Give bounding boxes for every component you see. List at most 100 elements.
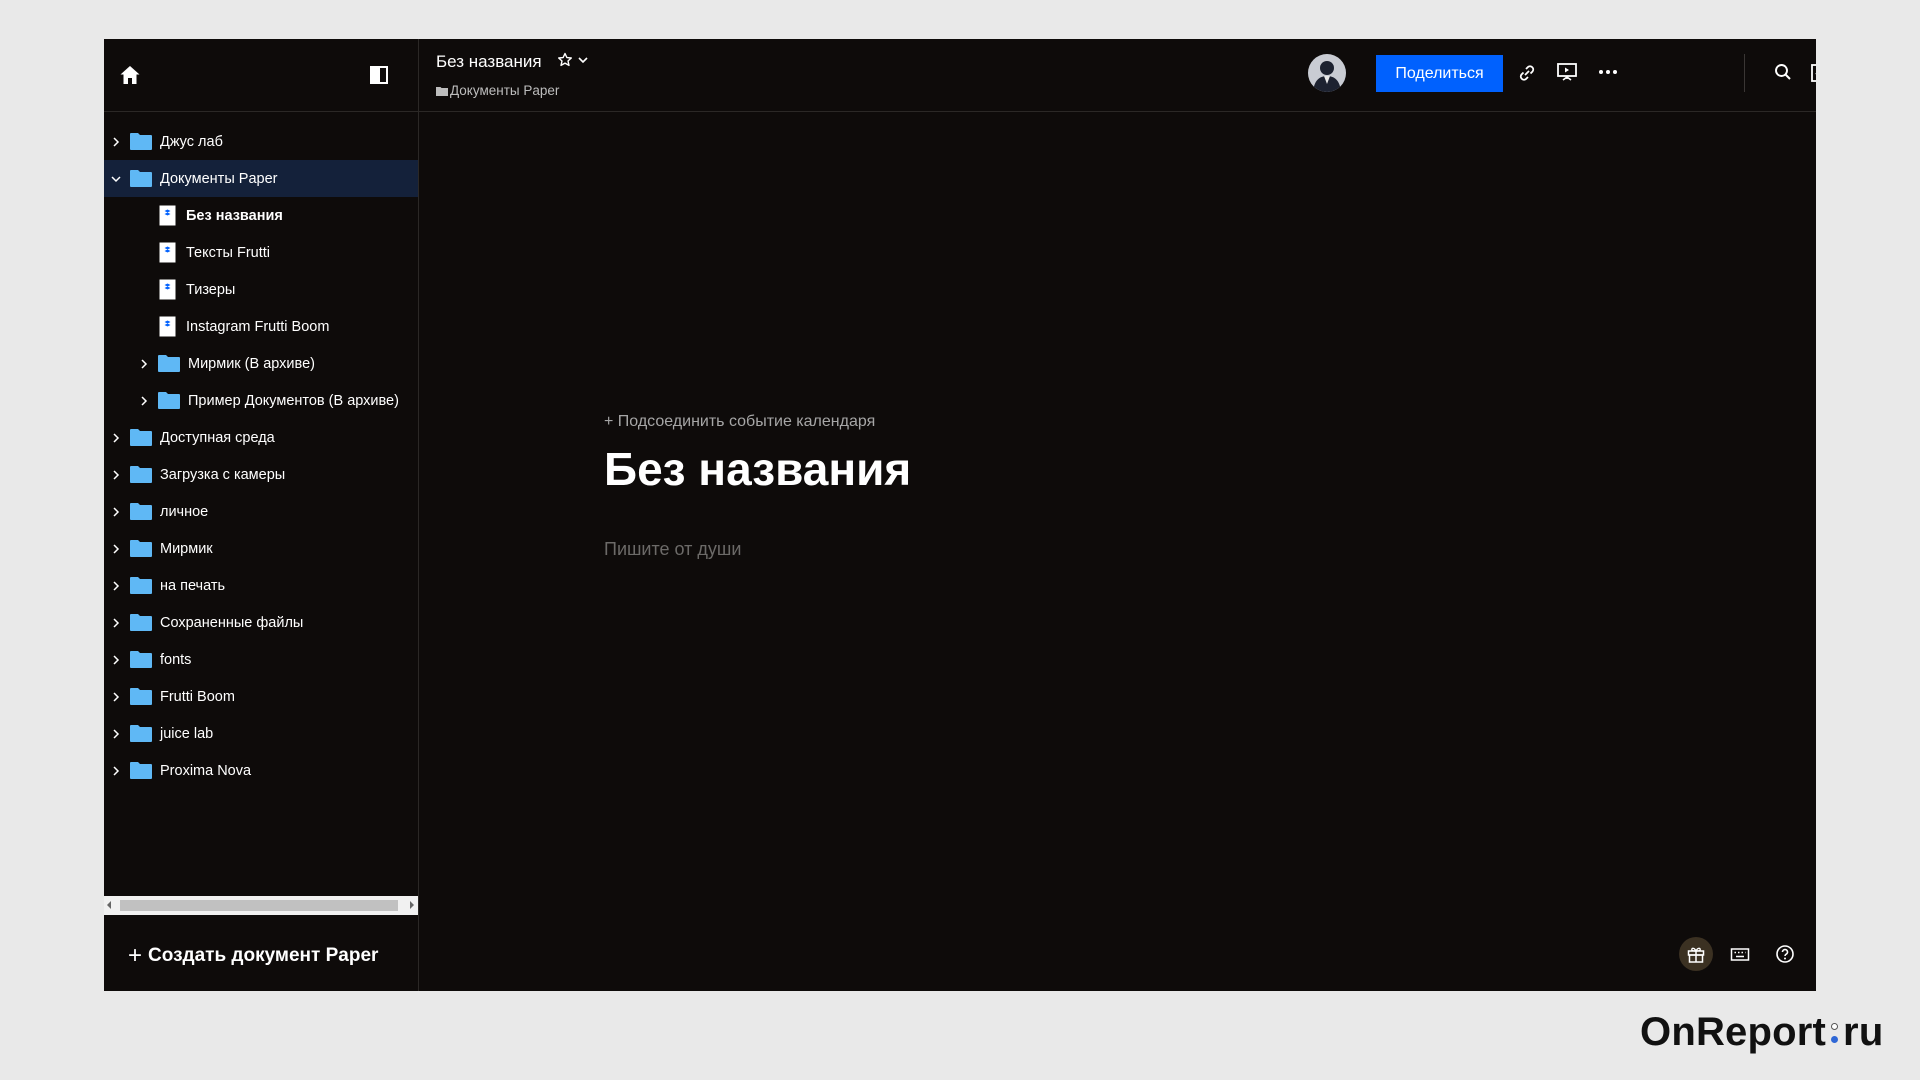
sidebar-item-label: fonts	[160, 651, 192, 668]
chevron-right-icon[interactable]	[106, 539, 126, 559]
folder-icon	[130, 688, 152, 705]
folder-tree: Джус лаб Документы Paper Без названия Текст…	[104, 123, 418, 789]
scroll-left-arrow-icon[interactable]	[107, 901, 111, 909]
sidebar-item-label: Тизеры	[186, 281, 236, 298]
breadcrumb[interactable]: Документы Paper	[436, 83, 559, 98]
folder-icon	[130, 725, 152, 742]
folder-icon	[158, 392, 180, 409]
present-icon[interactable]	[1555, 60, 1579, 84]
chevron-right-icon[interactable]	[106, 761, 126, 781]
sidebar-item-label: на печать	[160, 577, 226, 594]
sidebar-scrollbar[interactable]	[104, 896, 418, 915]
chevron-right-icon[interactable]	[106, 502, 126, 522]
chevron-down-icon[interactable]	[106, 169, 126, 189]
folder-icon	[130, 762, 152, 779]
star-icon[interactable]	[557, 52, 573, 68]
document-body-placeholder[interactable]: Пишите от души	[604, 539, 741, 560]
folder-icon	[436, 86, 448, 96]
sidebar: Джус лаб Документы Paper Без названия Текст…	[104, 39, 419, 991]
sidebar-item[interactable]: Сохраненные файлы	[104, 604, 418, 641]
sidebar-item-label: Пример Документов (В архиве)	[188, 392, 399, 409]
chevron-right-icon[interactable]	[106, 132, 126, 152]
chevron-right-icon[interactable]	[106, 576, 126, 596]
sidebar-item[interactable]: Загрузка с камеры	[104, 456, 418, 493]
chevron-right-icon[interactable]	[106, 650, 126, 670]
paper-app-window: Джус лаб Документы Paper Без названия Текст…	[104, 39, 1816, 991]
search-icon[interactable]	[1771, 60, 1795, 84]
doc-title[interactable]: Без названия	[436, 52, 542, 72]
top-bar: Без названия Документы Paper Поделиться	[419, 39, 1816, 112]
chevron-right-icon[interactable]	[106, 613, 126, 633]
share-button[interactable]: Поделиться	[1376, 55, 1503, 92]
folder-icon	[158, 355, 180, 372]
folder-icon	[130, 466, 152, 483]
breadcrumb-folder[interactable]: Документы Paper	[450, 83, 559, 98]
sidebar-item-label: Мирмик (В архиве)	[188, 355, 315, 372]
plus-icon: +	[128, 942, 143, 969]
sidebar-item[interactable]: Документы Paper	[104, 160, 418, 197]
sidebar-item[interactable]: juice lab	[104, 715, 418, 752]
help-icon[interactable]	[1768, 937, 1802, 971]
folder-icon	[130, 614, 152, 631]
paper-doc-icon	[159, 316, 176, 337]
paper-doc-icon	[159, 242, 176, 263]
create-paper-doc-button[interactable]: + Создать документ Paper	[128, 941, 378, 971]
sidebar-item[interactable]: Без названия	[104, 197, 418, 234]
checklist-icon[interactable]	[1808, 61, 1816, 85]
keyboard-icon[interactable]	[1723, 937, 1757, 971]
paper-doc-icon	[159, 205, 176, 226]
sidebar-toggle-icon[interactable]	[368, 64, 390, 86]
sidebar-item-label: Документы Paper	[160, 170, 278, 187]
sidebar-item[interactable]: Мирмик (В архиве)	[104, 345, 418, 382]
chevron-right-icon[interactable]	[134, 354, 154, 374]
logo-text-suffix: ru	[1843, 1010, 1884, 1054]
chevron-right-icon[interactable]	[106, 724, 126, 744]
sidebar-item-label: Proxima Nova	[160, 762, 252, 779]
sidebar-item-label: juice lab	[160, 725, 214, 742]
sidebar-item[interactable]: Джус лаб	[104, 123, 418, 160]
connect-calendar-link[interactable]: + Подсоединить событие календаря	[604, 413, 875, 431]
sidebar-header	[104, 39, 418, 112]
home-icon[interactable]	[118, 63, 142, 87]
toolbar-divider	[1744, 54, 1745, 92]
sidebar-item[interactable]: Тексты Frutti	[104, 234, 418, 271]
folder-icon	[130, 651, 152, 668]
folder-icon	[130, 133, 152, 150]
sidebar-item[interactable]: Доступная среда	[104, 419, 418, 456]
folder-icon	[130, 170, 152, 187]
sidebar-item-label: личное	[160, 503, 209, 520]
sidebar-item[interactable]: Instagram Frutti Boom	[104, 308, 418, 345]
sidebar-item-label: Тексты Frutti	[186, 244, 270, 261]
avatar[interactable]	[1308, 54, 1346, 92]
sidebar-item[interactable]: fonts	[104, 641, 418, 678]
sidebar-item-label: Доступная среда	[160, 429, 275, 446]
scroll-thumb[interactable]	[120, 900, 398, 911]
sidebar-item-label: Сохраненные файлы	[160, 614, 304, 631]
scroll-right-arrow-icon[interactable]	[410, 901, 414, 909]
sidebar-item-label: Загрузка с камеры	[160, 466, 286, 483]
sidebar-item[interactable]: личное	[104, 493, 418, 530]
chevron-right-icon[interactable]	[134, 391, 154, 411]
folder-icon	[130, 540, 152, 557]
sidebar-item[interactable]: Мирмик	[104, 530, 418, 567]
sidebar-item-label: Мирмик	[160, 540, 213, 557]
folder-icon	[130, 577, 152, 594]
sidebar-item-label: Джус лаб	[160, 133, 223, 150]
chevron-right-icon[interactable]	[106, 465, 126, 485]
more-icon[interactable]	[1596, 60, 1620, 84]
sidebar-item[interactable]: Тизеры	[104, 271, 418, 308]
sidebar-item-label: Frutti Boom	[160, 688, 235, 705]
folder-icon	[130, 503, 152, 520]
link-icon[interactable]	[1515, 61, 1539, 85]
chevron-right-icon[interactable]	[106, 687, 126, 707]
sidebar-item[interactable]: Frutti Boom	[104, 678, 418, 715]
document-title[interactable]: Без названия	[604, 442, 911, 496]
sidebar-item[interactable]: Proxima Nova	[104, 752, 418, 789]
logo-text-main: OnReport	[1640, 1010, 1827, 1054]
sidebar-item[interactable]: Пример Документов (В архиве)	[104, 382, 418, 419]
sidebar-item[interactable]: на печать	[104, 567, 418, 604]
gift-icon[interactable]	[1679, 937, 1713, 971]
chevron-down-icon[interactable]	[576, 53, 590, 67]
onreport-logo: OnReport ru	[1640, 1010, 1883, 1055]
chevron-right-icon[interactable]	[106, 428, 126, 448]
